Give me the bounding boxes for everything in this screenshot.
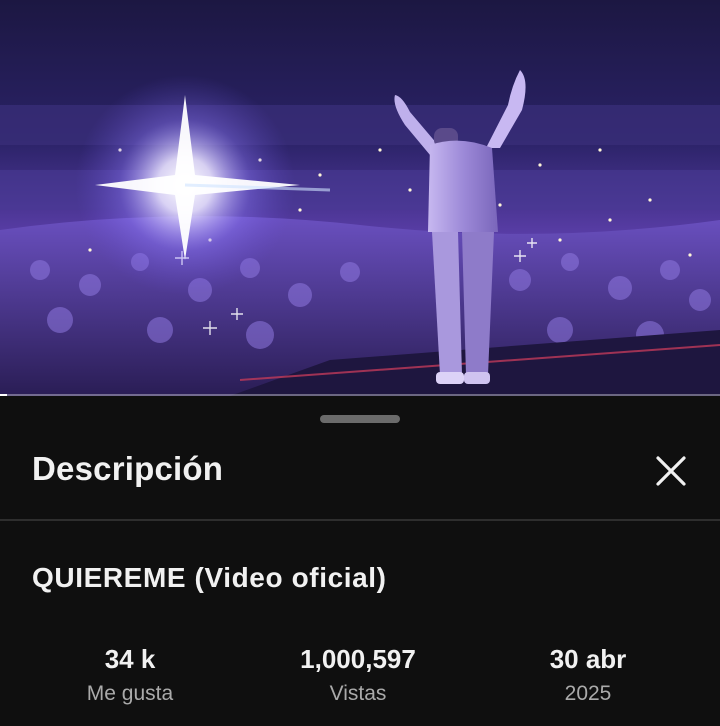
concert-video-frame xyxy=(0,0,720,396)
likes-label: Me gusta xyxy=(86,682,174,705)
publish-year: 2025 xyxy=(564,682,612,705)
publish-date: 30 abr xyxy=(549,644,627,674)
video-progress-fill xyxy=(0,394,8,396)
divider xyxy=(0,519,720,521)
close-icon xyxy=(656,456,686,486)
app-root: Descripción QUIEREME (Video oficial) 34 … xyxy=(0,0,720,726)
stat-date: 30 abr 2025 xyxy=(488,644,688,706)
video-progress-bar[interactable] xyxy=(0,394,720,396)
stat-likes: 34 k Me gusta xyxy=(30,644,230,706)
description-sheet: Descripción QUIEREME (Video oficial) 34 … xyxy=(0,398,720,726)
drag-handle[interactable] xyxy=(320,415,400,423)
video-title: QUIEREME (Video oficial) xyxy=(32,562,387,593)
video-stats: 34 k Me gusta 1,000,597 Vistas 30 abr 20… xyxy=(0,644,720,724)
views-label: Vistas xyxy=(329,682,387,705)
views-count: 1,000,597 xyxy=(300,644,416,674)
likes-count: 34 k xyxy=(104,644,156,674)
sheet-title: Descripción xyxy=(32,450,224,487)
video-player[interactable] xyxy=(0,0,720,396)
close-button[interactable] xyxy=(648,448,694,494)
stat-views: 1,000,597 Vistas xyxy=(258,644,458,706)
